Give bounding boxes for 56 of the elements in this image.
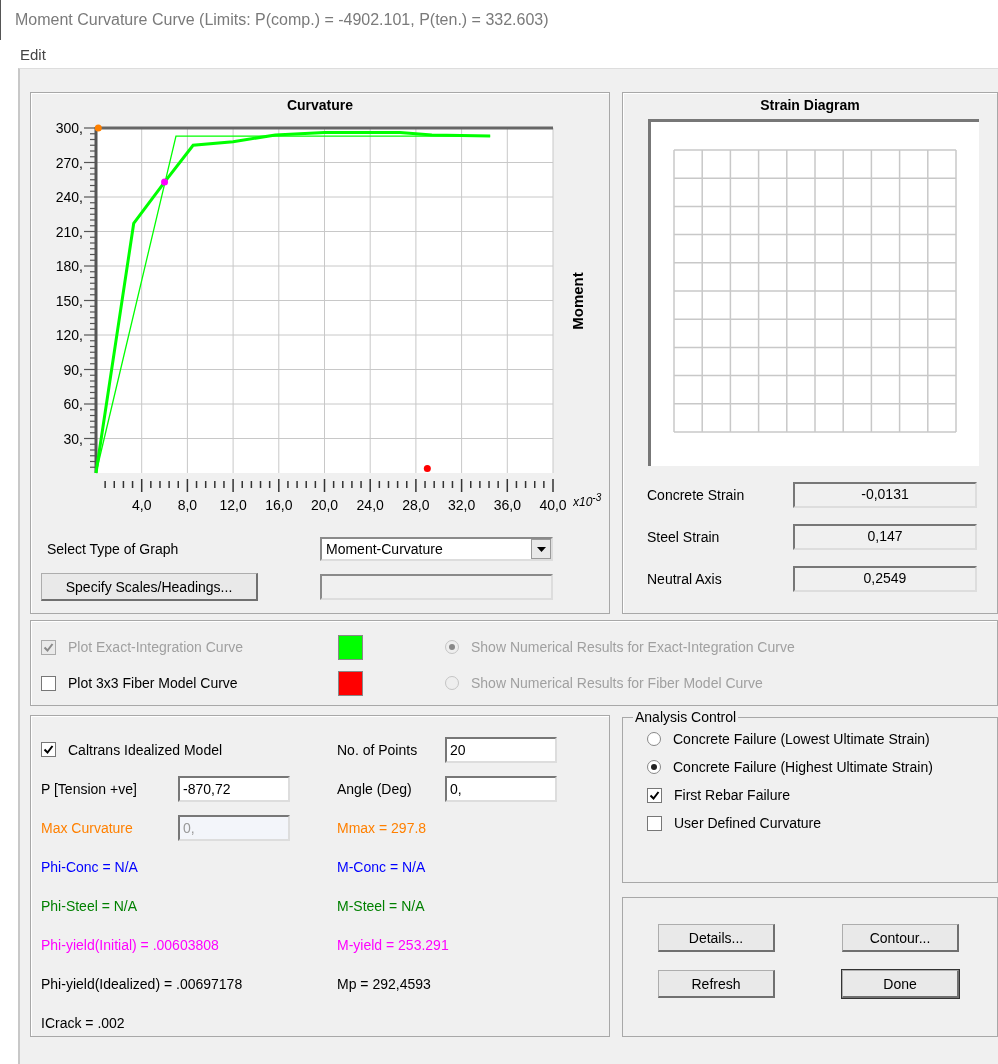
x-tick-label: 4,0 xyxy=(131,497,152,513)
field-label: P [Tension +ve] xyxy=(41,780,138,797)
result-text: Mp = 292,4593 xyxy=(337,975,432,992)
y-tick-label: 270, xyxy=(55,154,83,171)
result-text: Phi-Steel = N/A xyxy=(41,897,139,914)
readout-label: Concrete Strain xyxy=(647,487,746,503)
result-text: Mmax = 297.8 xyxy=(337,819,428,836)
y-tick-label: 60, xyxy=(63,396,83,412)
y-tick-label: 120, xyxy=(55,327,83,343)
x-tick-label: 24,0 xyxy=(356,497,384,513)
checkbox-label: User Defined Curvature xyxy=(674,815,822,831)
y-tick-label: 210, xyxy=(55,223,83,240)
field-label: Select Type of Graph xyxy=(46,541,180,557)
y-tick-label: 30, xyxy=(63,430,83,447)
result-text: Phi-yield(Initial) = .00603808 xyxy=(41,936,220,953)
x-tick-label: 32,0 xyxy=(448,497,476,513)
radio-label: Show Numerical Results for Exact-Integration Curve xyxy=(471,639,795,655)
field-label: Angle (Deg) xyxy=(337,780,413,797)
radio-label: Show Numerical Results for Fiber Model Curve xyxy=(471,675,763,691)
x-tick-label: 20,0 xyxy=(310,497,339,513)
y-axis-label: Moment xyxy=(569,272,586,330)
window-title: Moment Curvature Curve (Limits: P(comp.) = -4902.101, P(ten.) = 332.603) xyxy=(15,11,549,29)
x-tick-label: 8,0 xyxy=(177,497,198,513)
readout-label: Steel Strain xyxy=(647,529,721,545)
result-text: ICrack = .002 xyxy=(41,1014,126,1031)
field-label: Max Curvature xyxy=(41,819,134,836)
y-tick-label: 150, xyxy=(55,292,83,309)
x-tick-label: 40,0 xyxy=(539,497,567,513)
group-title: Analysis Control xyxy=(634,709,738,725)
readout-label: Neutral Axis xyxy=(647,571,723,587)
x-tick-label: 36,0 xyxy=(493,497,521,513)
checkbox-label: First Rebar Failure xyxy=(674,787,790,803)
result-text: Phi-Conc = N/A xyxy=(41,858,139,875)
y-tick-label: 90, xyxy=(63,361,83,378)
result-text: M-yield = 253.291 xyxy=(337,936,450,953)
checkbox-label: Plot Exact-Integration Curve xyxy=(68,639,244,655)
radio-label: Concrete Failure (Lowest Ultimate Strain) xyxy=(673,731,930,747)
result-text: Phi-yield(Idealized) = .00697178 xyxy=(41,975,244,992)
result-text: M-Steel = N/A xyxy=(337,897,426,914)
readout-field: -0,0131 xyxy=(793,482,977,508)
x-tick-label: 12,0 xyxy=(219,497,247,513)
field-label: No. of Points xyxy=(337,741,419,758)
checkbox-label: Plot 3x3 Fiber Model Curve xyxy=(68,675,238,691)
radio-label: Concrete Failure (Highest Ultimate Strain) xyxy=(673,759,933,775)
readout-field: 0,147 xyxy=(793,524,977,550)
result-text: M-Conc = N/A xyxy=(337,858,427,875)
x-axis-label: x10$^{-3}$ xyxy=(573,495,602,509)
y-tick-label: 180, xyxy=(55,258,83,274)
checkbox-label: Caltrans Idealized Model xyxy=(68,741,223,758)
panel-title: Curvature xyxy=(286,97,354,113)
y-tick-label: 300, xyxy=(55,120,83,136)
readout-field: 0,2549 xyxy=(793,566,977,592)
x-tick-label: 28,0 xyxy=(402,497,430,513)
y-tick-label: 240, xyxy=(55,189,83,205)
x-tick-label: 16,0 xyxy=(265,497,293,513)
panel-title: Strain Diagram xyxy=(760,97,860,113)
